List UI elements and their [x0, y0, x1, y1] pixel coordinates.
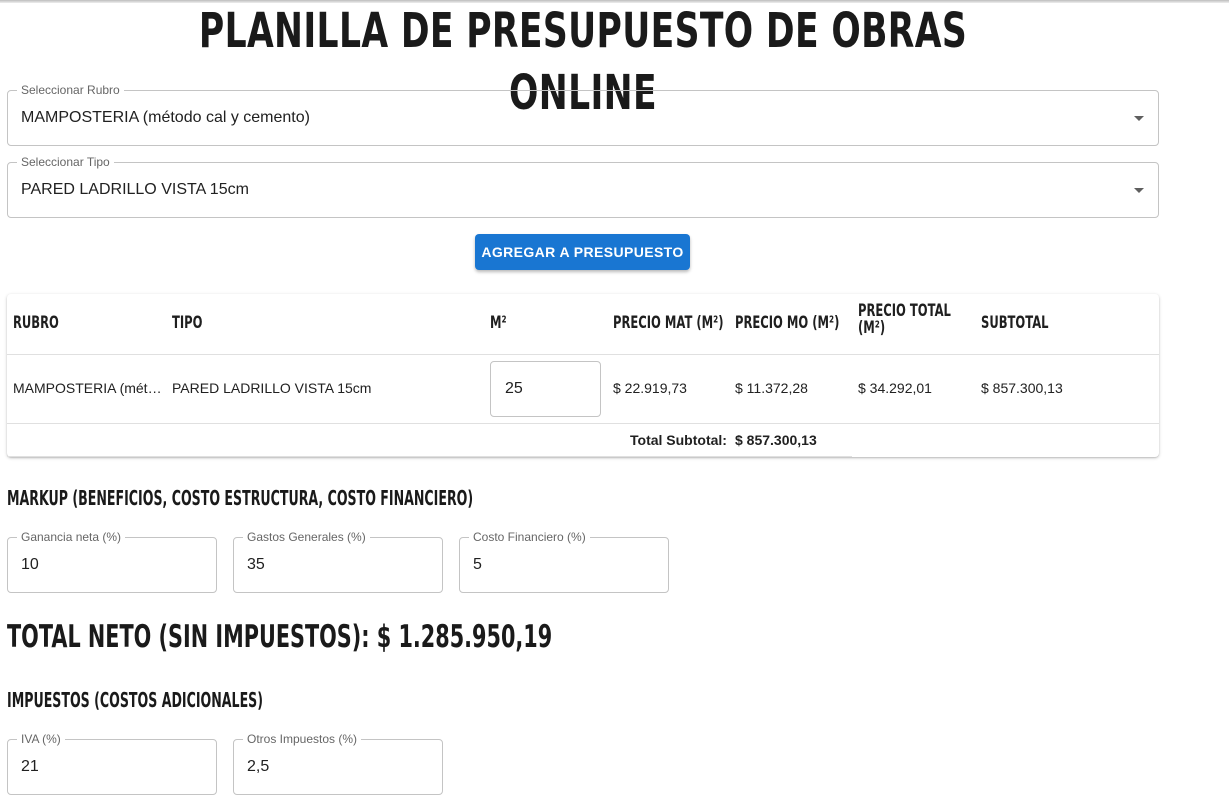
column-header-subtotal: SUBTOTAL [981, 313, 1049, 333]
column-header-rubro: RUBRO [13, 313, 59, 333]
ganancia-field-label: Ganancia neta (%) [17, 530, 126, 544]
cell-subtotal: $ 857.300,13 [981, 380, 1063, 396]
otros-impuestos-field-value: 2,5 [247, 758, 270, 775]
cell-tipo: PARED LADRILLO VISTA 15cm [172, 380, 372, 396]
markup-heading: MARKUP (BENEFICIOS, COSTO ESTRUCTURA, CO… [7, 486, 474, 510]
tipo-select[interactable]: Seleccionar Tipo PARED LADRILLO VISTA 15… [7, 155, 1159, 218]
column-header-precio-total: PRECIO TOTAL (M²) [858, 303, 951, 337]
dropdown-arrow-icon[interactable] [1134, 188, 1144, 193]
rubro-select[interactable]: Seleccionar Rubro MAMPOSTERIA (método ca… [7, 83, 1159, 146]
cell-rubro: MAMPOSTERIA (mét… [13, 380, 162, 396]
costo-financiero-field[interactable]: Costo Financiero (%) 5 [459, 530, 669, 593]
impuestos-heading: IMPUESTOS (COSTOS ADICIONALES) [7, 688, 264, 712]
cell-precio-mo: $ 11.372,28 [735, 380, 808, 396]
column-header-m2: M² [490, 313, 507, 333]
tipo-select-label: Seleccionar Tipo [17, 155, 114, 169]
iva-field-value: 21 [21, 758, 39, 775]
row-divider [7, 423, 1159, 424]
ganancia-field[interactable]: Ganancia neta (%) 10 [7, 530, 217, 593]
iva-field-label: IVA (%) [17, 732, 65, 746]
column-header-precio-mat: PRECIO MAT (M²) [613, 313, 724, 333]
budget-table: RUBRO TIPO M² PRECIO MAT (M²) PRECIO MO … [7, 294, 1159, 457]
tipo-select-value: PARED LADRILLO VISTA 15cm [21, 181, 249, 198]
quantity-input-value: 25 [505, 380, 523, 397]
total-subtotal-label: Total Subtotal: [630, 432, 727, 448]
gastos-generales-field[interactable]: Gastos Generales (%) 35 [233, 530, 443, 593]
iva-field[interactable]: IVA (%) 21 [7, 732, 217, 795]
total-underline [7, 456, 852, 457]
rubro-select-value: MAMPOSTERIA (método cal y cemento) [21, 109, 310, 126]
column-header-tipo: TIPO [172, 313, 203, 333]
gastos-generales-field-value: 35 [247, 556, 265, 573]
costo-financiero-field-value: 5 [473, 556, 482, 573]
rubro-select-label: Seleccionar Rubro [17, 83, 124, 97]
column-header-precio-mo: PRECIO MO (M²) [735, 313, 840, 333]
gastos-generales-field-label: Gastos Generales (%) [243, 530, 370, 544]
costo-financiero-field-label: Costo Financiero (%) [469, 530, 590, 544]
quantity-input[interactable]: 25 [490, 361, 601, 417]
dropdown-arrow-icon[interactable] [1134, 116, 1144, 121]
header-divider [7, 354, 1159, 355]
otros-impuestos-field-label: Otros Impuestos (%) [243, 732, 362, 746]
cell-precio-mat: $ 22.919,73 [613, 380, 687, 396]
cell-precio-total: $ 34.292,01 [858, 380, 932, 396]
ganancia-field-value: 10 [21, 556, 39, 573]
column-header-precio-total-line2: (M²) [858, 318, 886, 338]
add-to-budget-button[interactable]: AGREGAR A PRESUPUESTO [475, 234, 690, 270]
otros-impuestos-field[interactable]: Otros Impuestos (%) 2,5 [233, 732, 443, 795]
total-subtotal-value: $ 857.300,13 [735, 432, 817, 448]
total-neto: TOTAL NETO (SIN IMPUESTOS): $ 1.285.950,… [7, 619, 553, 655]
